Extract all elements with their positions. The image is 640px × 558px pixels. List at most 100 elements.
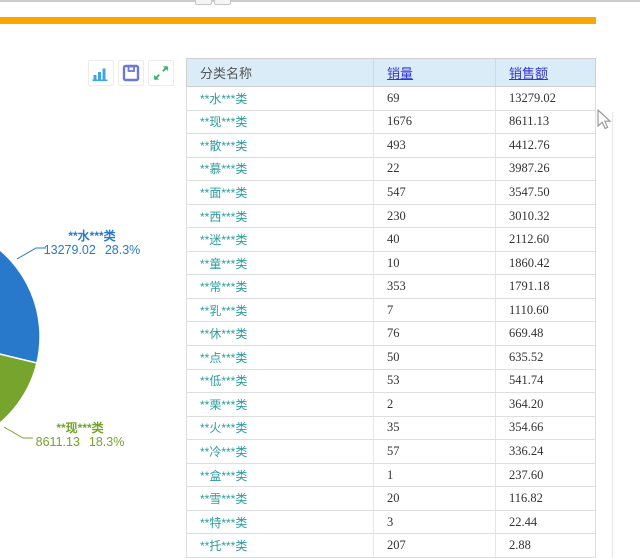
- table-cell-amount: 669.48: [509, 326, 544, 341]
- top-tab-1[interactable]: [195, 0, 212, 5]
- table-row[interactable]: **栗***类 2 364.20: [186, 393, 596, 417]
- table-cell-category: **迷***类: [187, 228, 374, 251]
- table-cell-qty: 3: [374, 510, 496, 534]
- table-cell-qty: 22: [374, 157, 496, 181]
- table-row[interactable]: **童***类 10 1860.42: [186, 251, 596, 276]
- table-cell-category: **慕***类: [187, 157, 374, 181]
- pie-label-2-name: **现***类: [56, 421, 104, 435]
- pie-label-1-values: 13279.02 28.3%: [43, 243, 141, 257]
- table-header-row: 分类名称 销量 销售额: [186, 58, 596, 87]
- header-category: 分类名称: [187, 59, 374, 86]
- table-cell-category: **散***类: [187, 134, 374, 157]
- table-cell-category: **休***类: [187, 322, 374, 346]
- table-cell-category: **常***类: [187, 275, 374, 298]
- table-row[interactable]: **水***类 69 13279.02: [186, 87, 596, 111]
- table-cell-category: **点***类: [187, 346, 374, 369]
- table-row[interactable]: **托***类 207 2.88: [186, 534, 596, 558]
- table-cell-amount: 1110.60: [509, 302, 549, 317]
- table-cell-amount: 1860.42: [509, 255, 550, 270]
- table-cell-amount: 541.74: [509, 373, 544, 388]
- table-row[interactable]: **面***类 547 3547.50: [186, 181, 596, 205]
- table-row[interactable]: **点***类 50 635.52: [186, 346, 596, 370]
- table-row[interactable]: **低***类 53 541.74: [186, 369, 596, 394]
- header-amount-sort-link-wrap: 销售额: [496, 59, 595, 86]
- table-cell-qty: 1676: [374, 110, 496, 134]
- pie-label-2-values: 8611.13 18.3%: [35, 435, 125, 449]
- table-cell-amount: 1791.18: [509, 279, 550, 294]
- pie-label-1: **水***类 13279.02 28.3%: [37, 230, 147, 257]
- table-cell-amount: 22.44: [509, 514, 538, 529]
- table-cell-category: **水***类: [187, 87, 374, 110]
- table-row[interactable]: **雪***类 20 116.82: [186, 487, 596, 511]
- table-cell-amount: 635.52: [509, 349, 544, 364]
- header-qty-sort-link-wrap: 销量: [374, 59, 496, 86]
- table-row[interactable]: **西***类 230 3010.32: [186, 204, 596, 229]
- table-cell-amount: 336.24: [509, 443, 544, 458]
- table-cell-amount: 13279.02: [509, 90, 556, 105]
- table-cell-category: **乳***类: [187, 298, 374, 322]
- table-cell-qty: 230: [374, 204, 496, 228]
- table-cell-category: **面***类: [187, 181, 374, 204]
- table-cell-category: **盒***类: [187, 463, 374, 487]
- table-row[interactable]: **火***类 35 354.66: [186, 416, 596, 441]
- table-cell-qty: 7: [374, 298, 496, 322]
- table-row[interactable]: **散***类 493 4412.76: [186, 134, 596, 158]
- table-cell-category: **冷***类: [187, 440, 374, 463]
- table-cell-qty: 493: [374, 134, 496, 157]
- table-cell-amount: 8611.13: [509, 114, 550, 129]
- table-cell-qty: 207: [374, 534, 496, 557]
- table-cell-category: **托***类: [187, 534, 374, 557]
- table-cell-amount: 237.60: [509, 467, 544, 482]
- table-cell-qty: 353: [374, 275, 496, 298]
- pie-label-1-name: **水***类: [68, 229, 116, 243]
- table-cell-qty: 53: [374, 369, 496, 393]
- table-cell-amount: 4412.76: [509, 137, 550, 152]
- table-cell-category: **现***类: [187, 110, 374, 134]
- table-cell-amount: 3987.26: [509, 161, 550, 176]
- table-row[interactable]: **特***类 3 22.44: [186, 510, 596, 535]
- table-cell-qty: 2: [374, 393, 496, 416]
- pie-label-2: **现***类 8611.13 18.3%: [25, 422, 135, 449]
- table-row[interactable]: **冷***类 57 336.24: [186, 440, 596, 464]
- scrollbar-edge[interactable]: [612, 112, 613, 558]
- table-row[interactable]: **乳***类 7 1110.60: [186, 298, 596, 323]
- table-cell-qty: 40: [374, 228, 496, 251]
- table-row[interactable]: **盒***类 1 237.60: [186, 463, 596, 488]
- table-row[interactable]: **慕***类 22 3987.26: [186, 157, 596, 182]
- table-cell-qty: 10: [374, 251, 496, 275]
- table-cell-amount: 116.82: [509, 491, 543, 506]
- table-cell-category: **童***类: [187, 251, 374, 275]
- top-tab-2[interactable]: [214, 0, 231, 5]
- table-body: **水***类 69 13279.02 **现***类 1676 8611.13 **散**…: [186, 87, 596, 558]
- table-cell-amount: 3010.32: [509, 208, 550, 223]
- table-cell-amount: 364.20: [509, 396, 544, 411]
- table-row[interactable]: **现***类 1676 8611.13: [186, 110, 596, 135]
- table-cell-qty: 1: [374, 463, 496, 487]
- sales-table: 分类名称 销量 销售额 **水***类 69 13279.02 **现***类 1676…: [186, 58, 596, 558]
- table-cell-category: **特***类: [187, 510, 374, 534]
- table-row[interactable]: **常***类 353 1791.18: [186, 275, 596, 299]
- header-amount-sort-link[interactable]: 销售额: [509, 63, 548, 82]
- table-cell-category: **栗***类: [187, 393, 374, 416]
- table-cell-amount: 2112.60: [509, 232, 550, 247]
- table-cell-qty: 35: [374, 416, 496, 440]
- dashboard-screen: **水***类 13279.02 28.3% **现***类 8611.13 18.…: [0, 0, 640, 558]
- table-cell-category: **火***类: [187, 416, 374, 440]
- table-cell-amount: 354.66: [509, 420, 544, 435]
- table-row[interactable]: **迷***类 40 2112.60: [186, 228, 596, 252]
- table-cell-category: **西***类: [187, 204, 374, 228]
- table-cell-category: **雪***类: [187, 487, 374, 510]
- table-cell-qty: 50: [374, 346, 496, 369]
- pie-chart: [0, 247, 46, 439]
- header-qty-sort-link[interactable]: 销量: [387, 63, 413, 82]
- table-cell-qty: 547: [374, 181, 496, 204]
- mouse-cursor: [597, 109, 612, 130]
- table-cell-qty: 69: [374, 87, 496, 110]
- table-cell-qty: 20: [374, 487, 496, 510]
- table-cell-amount: 3547.50: [509, 184, 550, 199]
- table-cell-qty: 76: [374, 322, 496, 346]
- table-row[interactable]: **休***类 76 669.48: [186, 322, 596, 347]
- table-cell-amount: 2.88: [509, 538, 531, 553]
- table-cell-qty: 57: [374, 440, 496, 463]
- table-cell-category: **低***类: [187, 369, 374, 393]
